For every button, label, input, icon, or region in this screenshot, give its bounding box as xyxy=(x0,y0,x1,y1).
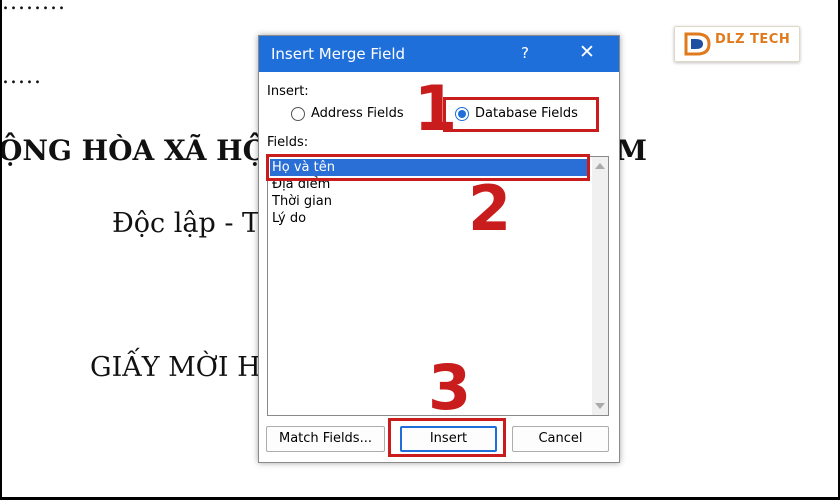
scroll-down-icon[interactable] xyxy=(595,403,605,409)
list-item[interactable]: Lý do xyxy=(270,210,588,227)
list-item[interactable]: Thời gian xyxy=(270,193,588,210)
document-invitation-title: GIẤY MỜI H xyxy=(90,352,261,383)
logo-mark-icon xyxy=(684,32,711,56)
document-heading: ỘNG HÒA XÃ HỘI xyxy=(2,134,281,167)
document-dots-line: ..... xyxy=(2,64,42,89)
highlight-database-fields xyxy=(443,97,599,132)
scroll-up-icon[interactable] xyxy=(595,163,605,169)
highlight-first-field xyxy=(266,154,590,181)
dialog-title: Insert Merge Field xyxy=(271,45,406,63)
dialog-titlebar[interactable]: Insert Merge Field ? ✕ xyxy=(259,36,619,72)
help-button[interactable]: ? xyxy=(521,44,529,62)
brand-logo: DLZ TECH xyxy=(674,26,800,62)
radio-circle-icon[interactable] xyxy=(291,107,305,121)
document-heading-end: M xyxy=(616,134,647,167)
document-motto: Độc lập - T xyxy=(112,208,261,239)
address-fields-label[interactable]: Address Fields xyxy=(311,106,404,121)
listbox-scrollbar[interactable] xyxy=(592,157,608,415)
match-fields-button[interactable]: Match Fields... xyxy=(266,426,385,452)
step-number-3: 3 xyxy=(428,351,472,424)
close-button[interactable]: ✕ xyxy=(579,41,595,63)
document-dots-line: ........ xyxy=(2,0,66,15)
fields-label: Fields: xyxy=(267,135,309,150)
logo-text: DLZ TECH xyxy=(715,32,791,47)
cancel-button[interactable]: Cancel xyxy=(512,426,609,452)
step-number-2: 2 xyxy=(468,172,512,245)
step-number-1: 1 xyxy=(414,72,458,145)
insert-label: Insert: xyxy=(267,84,309,99)
